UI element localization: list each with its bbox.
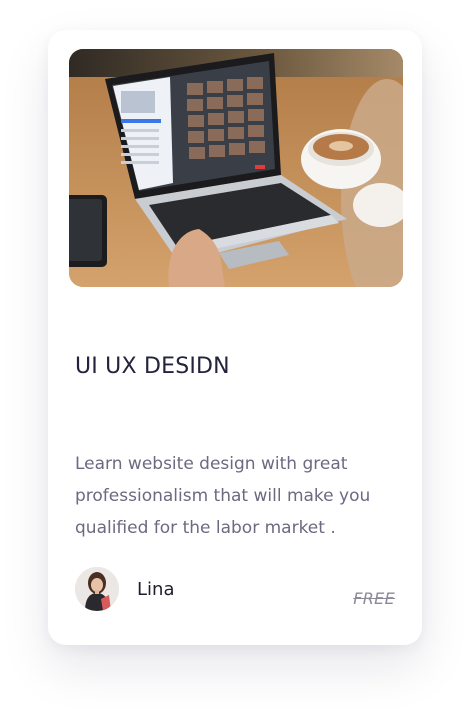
course-card[interactable]: UI UX DESIDN Learn website design with g… (48, 30, 422, 645)
course-thumbnail[interactable] (69, 49, 403, 287)
author-avatar[interactable] (75, 567, 119, 611)
author-avatar-image (75, 567, 119, 611)
author-info[interactable]: Lina (75, 567, 174, 611)
course-price: FREE (353, 589, 395, 608)
course-description: Learn website design with great professi… (75, 454, 371, 538)
laptop-video-call-image (69, 49, 403, 287)
course-title: UI UX DESIDN (75, 354, 230, 379)
author-name[interactable]: Lina (137, 579, 174, 600)
